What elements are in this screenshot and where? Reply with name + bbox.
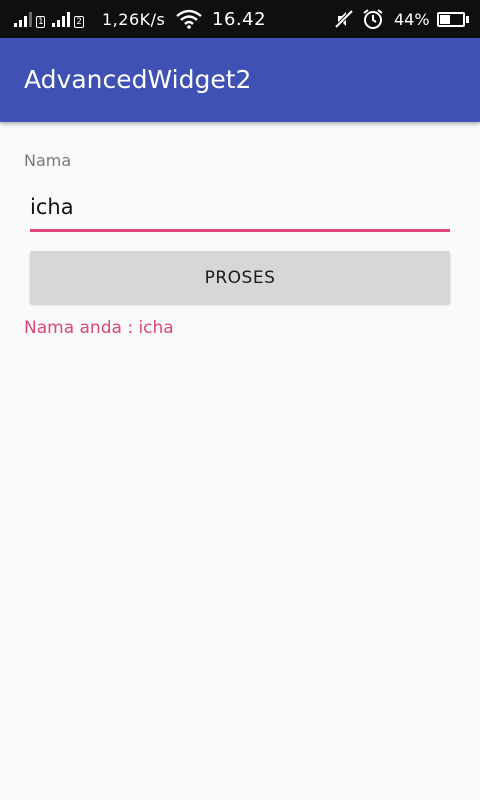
battery-percent: 44% (394, 9, 430, 29)
wifi-icon (176, 0, 202, 38)
network-speed: 1,26K/s (102, 9, 166, 29)
sim2-badge: 2 (74, 15, 84, 28)
app-bar: AdvancedWidget2 (0, 38, 480, 122)
clock: 16.42 (212, 8, 267, 30)
signal-icon (14, 11, 32, 27)
battery-fill (440, 14, 450, 24)
alarm-icon (362, 0, 384, 38)
app-title: AdvancedWidget2 (24, 65, 252, 94)
name-label: Nama (24, 151, 72, 170)
name-input[interactable] (30, 190, 450, 232)
mute-icon (334, 0, 354, 38)
signal-icon (52, 11, 71, 27)
result-text: Nama anda : icha (24, 318, 174, 338)
status-bar: 1 2 1,26K/s 16.42 44% (0, 0, 480, 38)
sim1-badge: 1 (36, 15, 46, 28)
proses-button[interactable]: PROSES (30, 251, 450, 304)
sim-signals: 1 2 (14, 0, 89, 38)
battery-icon (437, 0, 469, 38)
